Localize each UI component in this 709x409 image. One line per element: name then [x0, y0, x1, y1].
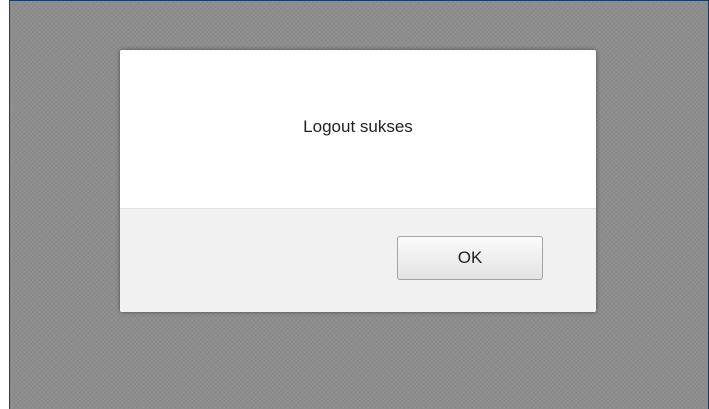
ok-button[interactable]: OK	[397, 236, 543, 280]
dialog-body: Logout sukses	[120, 50, 596, 208]
modal-overlay: Logout sukses OK	[0, 0, 709, 409]
dialog-footer: OK	[120, 208, 596, 312]
window-border-left	[0, 0, 10, 409]
dialog-message: Logout sukses	[303, 117, 413, 136]
window-border-top	[0, 0, 709, 1]
alert-dialog: Logout sukses OK	[120, 50, 596, 312]
